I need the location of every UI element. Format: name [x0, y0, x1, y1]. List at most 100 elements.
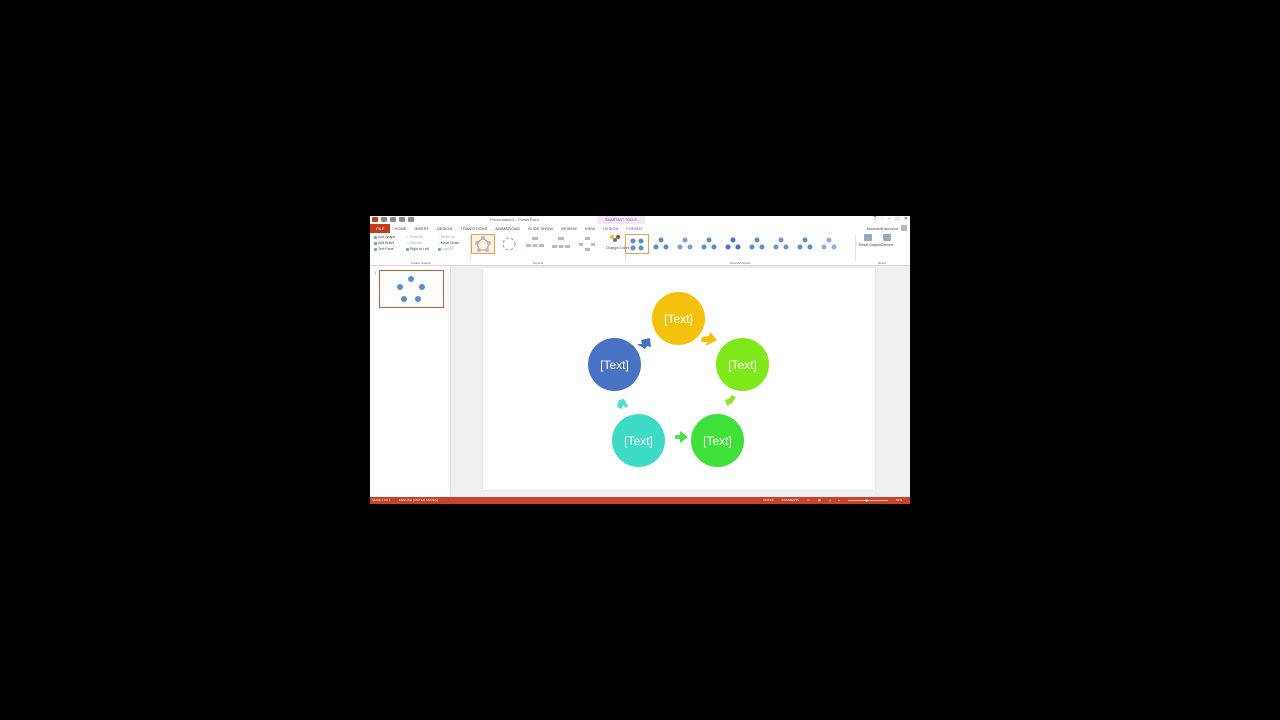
- style-thumbnail-9[interactable]: [818, 235, 840, 253]
- tab-slide-show[interactable]: SLIDE SHOW: [524, 224, 557, 233]
- layout-hierarchy-thumbnail[interactable]: [524, 235, 546, 253]
- minimize-icon[interactable]: –: [888, 217, 891, 222]
- ribbon: Add Shape Add Bullet Text Pane ⇐ Promote …: [370, 233, 910, 266]
- close-icon[interactable]: ✕: [904, 217, 908, 222]
- add-shape-icon: [374, 235, 377, 239]
- powerpoint-logo-icon: [372, 217, 378, 222]
- cycle-node-2[interactable]: [Text]: [716, 338, 769, 391]
- avatar[interactable]: [901, 225, 907, 231]
- cycle-node-4[interactable]: [Text]: [612, 414, 665, 467]
- title-bar: Presentation1 - PowerPoint SMARTART TOOL…: [370, 216, 910, 224]
- group-label-reset: Reset: [878, 261, 886, 265]
- right-to-left-button[interactable]: Right to Left: [406, 246, 429, 252]
- layout-basic-cycle-thumbnail[interactable]: [471, 234, 495, 254]
- thumbnail-node: [408, 276, 414, 282]
- comments-button[interactable]: COMMENTS: [782, 498, 800, 502]
- reset-graphic-button[interactable]: Reset Graphic: [859, 234, 881, 247]
- add-bullet-icon: [374, 241, 377, 245]
- tab-smartart-format[interactable]: FORMAT: [622, 224, 647, 233]
- tab-design[interactable]: DESIGN: [433, 224, 456, 233]
- slide-number: 1: [374, 270, 377, 275]
- redo-icon[interactable]: [399, 217, 405, 222]
- ribbon-display-icon[interactable]: ▫: [881, 217, 883, 222]
- tab-view[interactable]: VIEW: [581, 224, 599, 233]
- powerpoint-window: Presentation1 - PowerPoint SMARTART TOOL…: [370, 216, 910, 504]
- cycle-node-text[interactable]: [Text]: [664, 312, 693, 326]
- slide-thumbnail-1[interactable]: [379, 270, 444, 308]
- document-title: Presentation1 - PowerPoint: [490, 217, 539, 222]
- tab-insert[interactable]: INSERT: [410, 224, 433, 233]
- style-thumbnail-4[interactable]: [698, 235, 720, 253]
- cycle-node-5[interactable]: [Text]: [588, 338, 641, 391]
- save-icon[interactable]: [381, 217, 387, 222]
- layout-icon: [438, 247, 441, 251]
- thumbnail-node: [415, 296, 421, 302]
- style-thumbnail-3[interactable]: [674, 235, 696, 253]
- reset-graphic-icon: [864, 234, 872, 241]
- style-thumbnail-7[interactable]: [770, 235, 792, 253]
- change-colors-button[interactable]: Change Colors: [606, 233, 629, 265]
- layout-org-chart-thumbnail[interactable]: [550, 235, 572, 253]
- tab-file[interactable]: FILE: [370, 224, 391, 233]
- cycle-node-text[interactable]: [Text]: [624, 434, 653, 448]
- undo-icon[interactable]: [390, 217, 396, 222]
- arrow-lime: [725, 395, 736, 406]
- move-down-icon: ↓: [438, 241, 440, 245]
- tab-home[interactable]: HOME: [390, 224, 410, 233]
- slide-canvas[interactable]: [Text] [Text] [Text] [Text] [Text]: [483, 268, 875, 490]
- thumbnail-node: [419, 284, 425, 290]
- style-thumbnail-1[interactable]: [625, 234, 649, 254]
- slide-info: SLIDE 1 OF 1: [372, 498, 391, 502]
- tab-animations[interactable]: ANIMATIONS: [491, 224, 524, 233]
- cycle-node-text[interactable]: [Text]: [728, 358, 757, 372]
- ribbon-separator: [470, 235, 471, 261]
- style-thumbnail-2[interactable]: [650, 235, 672, 253]
- style-thumbnail-8[interactable]: [794, 235, 816, 253]
- language-status[interactable]: ENGLISH (UNITED STATES): [399, 498, 438, 502]
- quick-access-toolbar: [372, 217, 414, 222]
- slide-sorter-icon[interactable]: ▦: [818, 498, 821, 502]
- arrow-teal: [617, 399, 628, 409]
- group-reset: Reset Graphic Convert Reset: [857, 233, 907, 265]
- tab-transitions[interactable]: TRANSITIONS: [456, 224, 491, 233]
- status-left: SLIDE 1 OF 1 ENGLISH (UNITED STATES): [372, 498, 438, 502]
- zoom-slider[interactable]: [847, 498, 888, 502]
- help-icon[interactable]: ?: [873, 217, 876, 222]
- convert-icon: [883, 234, 891, 241]
- convert-button[interactable]: Convert: [879, 234, 895, 247]
- arrow-blue: [637, 338, 651, 349]
- slideshow-view-icon[interactable]: ▸: [838, 498, 840, 502]
- start-slideshow-icon[interactable]: [408, 217, 414, 222]
- ribbon-separator: [855, 235, 856, 261]
- text-pane-button[interactable]: Text Pane: [374, 246, 395, 252]
- status-right: NOTES COMMENTS ▭ ▦ ▯ ▸ 54%: [763, 498, 902, 502]
- maximize-icon[interactable]: □: [896, 217, 899, 222]
- reading-view-icon[interactable]: ▯: [829, 498, 831, 502]
- account-name[interactable]: Microsoft account: [867, 226, 898, 231]
- tab-review[interactable]: REVIEW: [557, 224, 581, 233]
- layout-button[interactable]: Layout: [438, 246, 459, 252]
- normal-view-icon[interactable]: ▭: [807, 498, 810, 502]
- workspace: 1 [Text] [Text] [Text] [Text] [Text]: [370, 266, 910, 497]
- tab-smartart-design[interactable]: DESIGN: [599, 224, 623, 234]
- right-to-left-icon: [406, 247, 409, 251]
- group-label-smartart-styles: SmartArt Styles: [729, 261, 751, 265]
- layout-tree-thumbnail[interactable]: [576, 235, 598, 253]
- cycle-node-text[interactable]: [Text]: [703, 434, 732, 448]
- cycle-node-1[interactable]: [Text]: [652, 292, 705, 345]
- thumbnail-node: [401, 296, 407, 302]
- status-bar: SLIDE 1 OF 1 ENGLISH (UNITED STATES) NOT…: [370, 497, 910, 504]
- cycle-node-text[interactable]: [Text]: [600, 358, 629, 372]
- zoom-level[interactable]: 54%: [896, 498, 902, 502]
- ribbon-tabs: FILE HOME INSERT DESIGN TRANSITIONS ANIM…: [370, 224, 910, 234]
- text-pane-icon: [374, 247, 377, 251]
- style-thumbnail-6[interactable]: [746, 235, 768, 253]
- group-smartart-styles: SmartArt Styles: [625, 233, 854, 265]
- style-thumbnail-5[interactable]: [722, 235, 744, 253]
- group-label-layouts: Layouts: [532, 261, 544, 265]
- smartart-tools-title: SMARTART TOOLS: [605, 218, 637, 222]
- zoom-slider-knob[interactable]: [865, 498, 867, 502]
- cycle-node-3[interactable]: [Text]: [691, 414, 744, 467]
- notes-button[interactable]: NOTES: [763, 498, 773, 502]
- layout-cycle-thumbnail[interactable]: [498, 235, 520, 253]
